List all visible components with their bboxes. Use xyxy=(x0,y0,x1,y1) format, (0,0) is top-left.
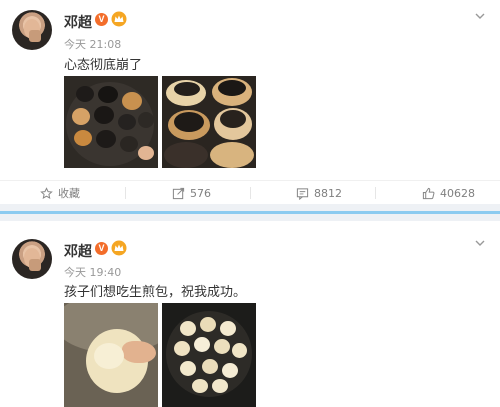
bun xyxy=(122,92,142,110)
bun xyxy=(96,130,116,148)
post-time[interactable]: 今天 21:08 xyxy=(64,36,121,52)
bun xyxy=(202,359,218,374)
post-image-dough-kneading[interactable] xyxy=(64,303,158,407)
repost-button[interactable]: 576 xyxy=(172,185,211,201)
divider xyxy=(125,187,126,199)
verified-badge: V xyxy=(95,13,108,26)
weibo-post: 邓超 V 今天 19:40 孩子们想吃生煎包，祝我成功。 xyxy=(0,221,500,407)
bun xyxy=(222,363,238,378)
author-name[interactable]: 邓超 xyxy=(64,12,92,32)
bun xyxy=(76,86,94,102)
bun-burnt-top xyxy=(220,110,246,128)
author-name[interactable]: 邓超 xyxy=(64,241,92,261)
bun xyxy=(74,130,92,146)
bun xyxy=(120,136,138,152)
bun xyxy=(180,361,196,376)
weibo-post: 邓超 V 今天 21:08 心态彻底崩了 收藏 576 8812 40628 xyxy=(0,0,500,204)
bun xyxy=(98,86,118,103)
bun xyxy=(220,321,236,336)
bun xyxy=(212,379,228,393)
favorite-label: 收藏 xyxy=(58,187,80,200)
like-count: 40628 xyxy=(440,186,475,200)
thumbs-up-icon xyxy=(422,187,435,199)
comment-button[interactable]: 8812 xyxy=(296,185,342,201)
post-text: 心态彻底崩了 xyxy=(64,58,143,73)
bun xyxy=(180,321,196,336)
verified-badge: V xyxy=(95,242,108,255)
post-image-burnt-buns-closeup[interactable] xyxy=(162,76,256,168)
like-button[interactable]: 40628 xyxy=(422,185,475,201)
post-image-raw-buns-in-pan[interactable] xyxy=(162,303,256,407)
post-text: 孩子们想吃生煎包，祝我成功。 xyxy=(64,285,247,300)
divider xyxy=(250,187,251,199)
post-image-burnt-buns-in-pan[interactable] xyxy=(64,76,158,168)
divider xyxy=(375,187,376,199)
dough-highlight xyxy=(94,343,124,369)
bun-burnt-top xyxy=(174,82,200,96)
avatar[interactable] xyxy=(12,10,52,50)
star-icon xyxy=(40,186,53,199)
hand xyxy=(122,341,156,363)
repost-count: 576 xyxy=(190,186,211,200)
divider-accent xyxy=(0,211,500,214)
feed-divider xyxy=(0,204,500,221)
avatar[interactable] xyxy=(12,239,52,279)
bun-burnt-top xyxy=(174,112,204,132)
bun xyxy=(200,317,216,332)
action-bar: 收藏 576 8812 40628 xyxy=(0,180,500,204)
bun xyxy=(210,142,254,168)
bun xyxy=(232,343,247,358)
bun-burnt-top xyxy=(218,80,246,96)
chevron-down-icon[interactable] xyxy=(474,10,486,22)
bun xyxy=(192,379,208,393)
bun xyxy=(72,108,90,125)
favorite-button[interactable]: 收藏 xyxy=(40,185,80,201)
avatar-hand xyxy=(29,30,41,42)
bun xyxy=(138,112,154,128)
crown-icon xyxy=(111,240,127,256)
comment-count: 8812 xyxy=(314,186,342,200)
share-icon xyxy=(172,187,185,199)
bun xyxy=(94,106,114,124)
chevron-down-icon[interactable] xyxy=(474,237,486,249)
bun xyxy=(194,337,210,352)
post-time[interactable]: 今天 19:40 xyxy=(64,264,121,280)
bun xyxy=(174,341,190,356)
avatar-hand xyxy=(29,259,41,271)
bun xyxy=(164,142,208,168)
bun xyxy=(118,114,136,130)
comment-icon xyxy=(296,187,309,200)
crown-icon xyxy=(111,11,127,27)
finger xyxy=(138,146,154,160)
bun xyxy=(214,339,230,354)
